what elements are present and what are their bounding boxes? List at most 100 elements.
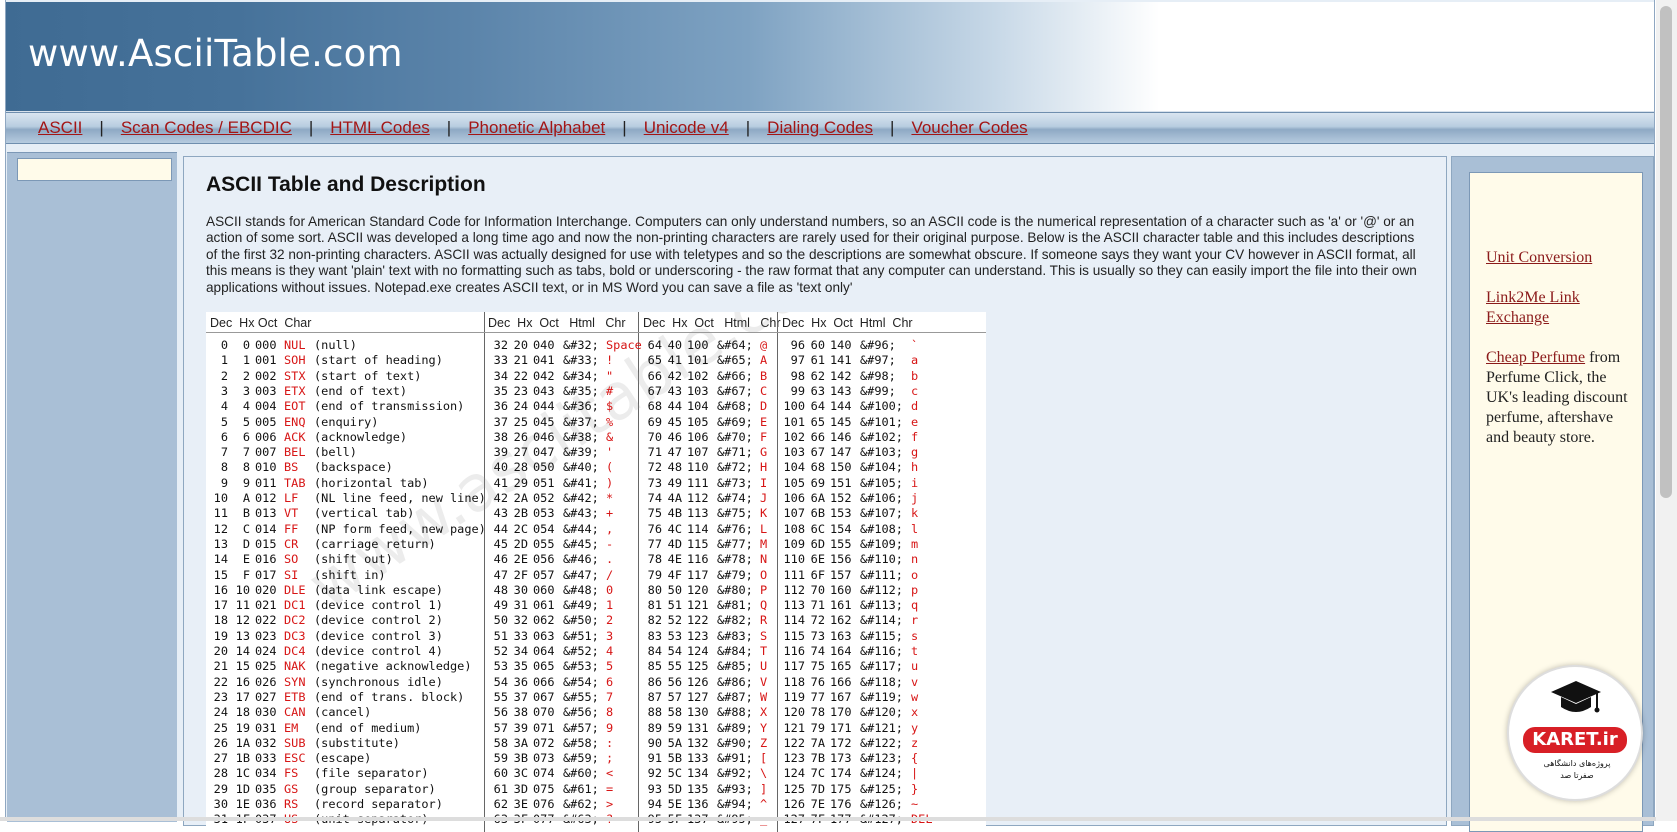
oct-cell: 103 bbox=[687, 383, 709, 398]
ad-link-link2me-link-exchange[interactable]: Link2Me Link Exchange bbox=[1486, 289, 1580, 326]
oct-cell: 121 bbox=[687, 598, 709, 613]
html-cell: &#38; bbox=[563, 429, 599, 444]
table-header: Dec Hx Oct Html Chr bbox=[782, 316, 913, 330]
dec-cell: 42 bbox=[493, 491, 508, 505]
oct-cell: 022 bbox=[255, 613, 277, 628]
site-banner: www.AsciiTable.com bbox=[6, 2, 1654, 112]
nav-link-ascii[interactable]: ASCII bbox=[38, 118, 82, 138]
hex-cell: 64 bbox=[810, 399, 825, 414]
chr-cell: : bbox=[606, 735, 614, 750]
html-cell: &#71; bbox=[717, 445, 753, 460]
html-cell: &#47; bbox=[563, 567, 599, 582]
chr-cell: U bbox=[760, 659, 768, 674]
hex-cell: 4E bbox=[667, 552, 682, 567]
oct-cell: 167 bbox=[830, 689, 852, 704]
dec-cell: 122 bbox=[783, 735, 805, 750]
hex-cell: 13 bbox=[235, 628, 250, 643]
html-cell: &#73; bbox=[717, 475, 753, 490]
ad-link-cheap-perfume[interactable]: Cheap Perfume bbox=[1486, 349, 1585, 366]
nav-link-dialing-codes[interactable]: Dialing Codes bbox=[767, 118, 873, 138]
char-cell: LF bbox=[284, 491, 299, 505]
description-cell: (substitute) bbox=[314, 735, 400, 750]
table-row: 14 E 016 SO (shift out) 46 2E 056 &#46;. 78 4E 116 &… bbox=[206, 552, 986, 567]
html-cell: &#43; bbox=[563, 506, 599, 521]
dec-cell: 49 bbox=[493, 598, 508, 613]
char-cell: NUL bbox=[284, 338, 306, 352]
oct-cell: 132 bbox=[687, 735, 709, 750]
vertical-scrollbar[interactable] bbox=[1656, 0, 1677, 821]
top-navigation: ASCII | Scan Codes / EBCDIC | HTML Codes | Pho… bbox=[6, 112, 1654, 144]
html-cell: &#86; bbox=[717, 674, 753, 689]
hex-cell: 29 bbox=[513, 475, 528, 490]
scrollbar-thumb[interactable] bbox=[1660, 6, 1672, 498]
chr-cell: 9 bbox=[606, 720, 614, 735]
hex-cell: 4D bbox=[667, 536, 682, 551]
chr-cell: ^ bbox=[760, 797, 768, 811]
oct-cell: 150 bbox=[830, 460, 852, 475]
chr-cell: c bbox=[911, 383, 919, 398]
chr-cell: r bbox=[911, 613, 919, 628]
html-cell: &#79; bbox=[717, 567, 753, 582]
dec-cell: 52 bbox=[493, 644, 508, 658]
chr-cell: = bbox=[606, 781, 614, 796]
hex-cell: 27 bbox=[513, 445, 528, 460]
nav-link-scan-codes-ebcdic[interactable]: Scan Codes / EBCDIC bbox=[121, 118, 292, 138]
table-header: Dec Hx Oct Html Chr bbox=[643, 316, 781, 330]
nav-link-voucher-codes[interactable]: Voucher Codes bbox=[911, 118, 1027, 138]
oct-cell: 161 bbox=[830, 598, 852, 613]
chr-cell: 5 bbox=[606, 659, 614, 674]
karet-badge[interactable]: KARET.ir پروژه‌های دانشگاهی صفرتا صد bbox=[1507, 665, 1643, 801]
hex-cell: 22 bbox=[513, 368, 528, 383]
table-row: 11 B 013 VT (vertical tab) 43 2B 053 &#43; +75 4B 1… bbox=[206, 506, 986, 521]
oct-cell: 130 bbox=[687, 705, 709, 720]
site-title[interactable]: www.AsciiTable.com bbox=[28, 32, 403, 75]
dec-cell: 14 bbox=[213, 552, 228, 567]
dec-cell: 102 bbox=[783, 429, 805, 444]
dec-cell: 46 bbox=[493, 552, 508, 567]
html-cell: &#99; bbox=[860, 383, 896, 398]
dec-cell: 34 bbox=[493, 368, 508, 383]
hex-cell: 47 bbox=[667, 445, 682, 460]
nav-link-unicode-v4[interactable]: Unicode v4 bbox=[644, 118, 729, 138]
table-row: 20 14 024 DC4 (device control 4) 52 34 064 &#52;… bbox=[206, 644, 986, 659]
chr-cell: + bbox=[606, 506, 614, 521]
html-cell: &#60; bbox=[563, 766, 599, 781]
dec-cell: 36 bbox=[493, 399, 508, 414]
dec-cell: 85 bbox=[647, 659, 662, 674]
nav-link-html-codes[interactable]: HTML Codes bbox=[330, 118, 430, 138]
char-cell: FS bbox=[284, 766, 299, 781]
html-cell: &#101; bbox=[860, 414, 903, 429]
hex-cell: 21 bbox=[513, 353, 528, 368]
char-cell: SYN bbox=[284, 674, 306, 689]
ad-link-unit-conversion[interactable]: Unit Conversion bbox=[1486, 249, 1592, 266]
oct-cell: 120 bbox=[687, 582, 709, 597]
html-cell: &#93; bbox=[717, 781, 753, 796]
page-title: ASCII Table and Description bbox=[206, 173, 486, 196]
hex-cell: 73 bbox=[810, 628, 825, 643]
description-cell: (start of heading) bbox=[314, 353, 443, 368]
dec-cell: 120 bbox=[783, 705, 805, 720]
oct-cell: 025 bbox=[255, 659, 277, 674]
nav-link-phonetic-alphabet[interactable]: Phonetic Alphabet bbox=[468, 118, 605, 138]
chr-cell: ) bbox=[606, 475, 614, 490]
oct-cell: 013 bbox=[255, 506, 277, 521]
description-cell: (end of text) bbox=[314, 383, 408, 398]
oct-cell: 047 bbox=[533, 445, 555, 460]
oct-cell: 031 bbox=[255, 720, 277, 735]
oct-cell: 034 bbox=[255, 766, 277, 781]
oct-cell: 136 bbox=[687, 797, 709, 811]
hex-cell: F bbox=[242, 567, 250, 582]
hex-cell: 1 bbox=[242, 353, 250, 368]
html-cell: &#102; bbox=[860, 429, 903, 444]
oct-cell: 164 bbox=[830, 644, 852, 658]
hex-cell: 6B bbox=[810, 506, 825, 521]
hex-cell: 4C bbox=[667, 521, 682, 536]
hex-cell: 71 bbox=[810, 598, 825, 613]
oct-cell: 160 bbox=[830, 582, 852, 597]
dec-cell: 60 bbox=[493, 766, 508, 781]
table-row: 3 3 003 ETX (end of text) 35 23 043 &#35; #67 43 10… bbox=[206, 384, 986, 399]
html-cell: &#126; bbox=[860, 797, 903, 811]
dec-cell: 76 bbox=[647, 521, 662, 536]
dec-cell: 74 bbox=[647, 491, 662, 505]
chr-cell: @ bbox=[760, 338, 768, 352]
